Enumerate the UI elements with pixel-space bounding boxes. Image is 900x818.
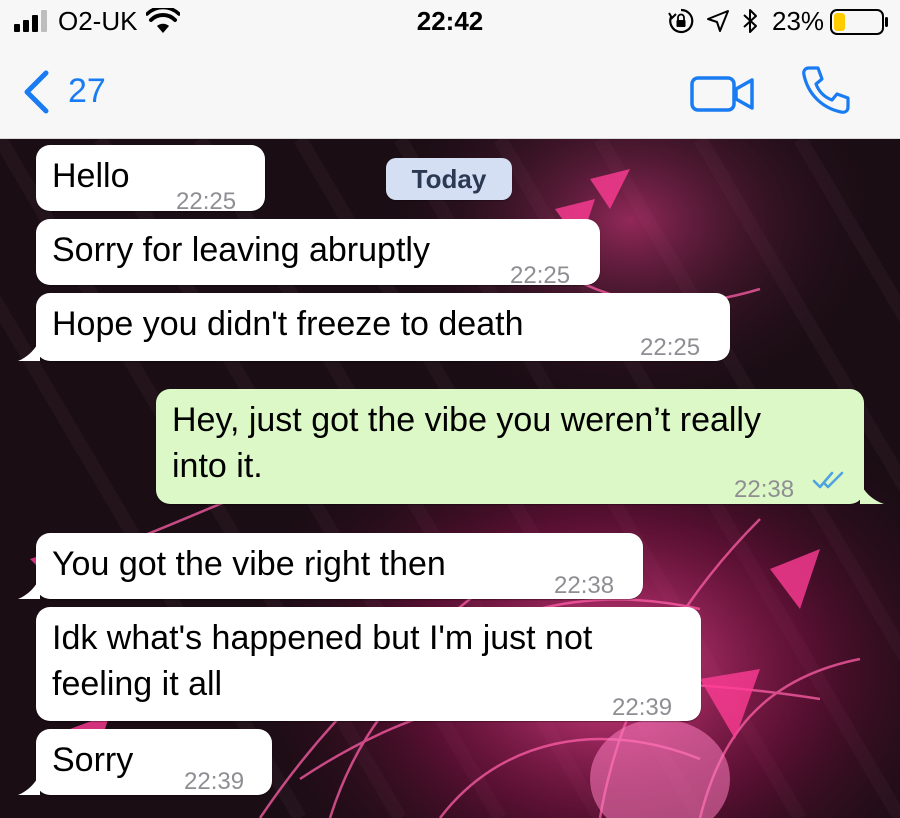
phone-icon[interactable] (800, 64, 852, 116)
message-text: You got the vibe right then (52, 545, 446, 583)
message-text: into it. (172, 447, 263, 485)
status-bar: O2-UK 22:42 23% (0, 0, 900, 46)
bubble-tail (18, 577, 40, 599)
chat-area[interactable]: Today Hello 22:25 Sorry for leaving abru… (0, 139, 900, 818)
message-time: 22:38 (554, 572, 615, 599)
battery-icon (830, 9, 888, 35)
battery-percentage: 23% (772, 6, 825, 36)
message-text: Sorry for leaving abruptly (52, 231, 430, 269)
message-bubble-outgoing[interactable]: Hey, just got the vibe you weren’t reall… (156, 389, 884, 504)
message-text: Idk what's happened but I'm just not (52, 619, 593, 657)
location-icon (707, 10, 729, 32)
video-camera-icon[interactable] (690, 74, 756, 114)
read-receipt-icon (812, 471, 844, 489)
message-time: 22:39 (184, 768, 245, 795)
message-text: Hello (52, 157, 130, 195)
message-time: 22:39 (612, 694, 673, 721)
message-text: Hey, just got the vibe you weren’t reall… (172, 401, 761, 439)
message-bubble-incoming[interactable]: You got the vibe right then 22:38 (18, 533, 643, 599)
message-text: feeling it all (52, 665, 223, 703)
back-button[interactable]: 27 (22, 68, 122, 114)
message-text: Sorry (52, 741, 134, 779)
orientation-lock-icon (668, 8, 694, 34)
bubble-tail (18, 339, 40, 361)
bluetooth-icon (743, 9, 757, 33)
bubble-tail (18, 773, 40, 795)
message-bubble-incoming[interactable]: Idk what's happened but I'm just not fee… (36, 607, 701, 721)
message-text: Hope you didn't freeze to death (52, 305, 524, 343)
message-time: 22:25 (640, 334, 701, 361)
message-bubble-incoming[interactable]: Sorry for leaving abruptly 22:25 (36, 219, 600, 289)
bubble-tail (860, 482, 884, 504)
message-bubble-incoming[interactable]: Sorry 22:39 (18, 729, 272, 795)
status-time: 22:42 (416, 6, 484, 36)
message-bubble-incoming[interactable]: Hope you didn't freeze to death 22:25 (18, 293, 730, 361)
back-chevron-icon (24, 70, 49, 114)
chat-header: 27 (0, 46, 900, 139)
message-time: 22:38 (734, 476, 795, 503)
unread-count: 27 (68, 72, 106, 110)
message-bubble-incoming[interactable]: Hello 22:25 (36, 145, 265, 215)
date-label: Today (386, 158, 512, 200)
